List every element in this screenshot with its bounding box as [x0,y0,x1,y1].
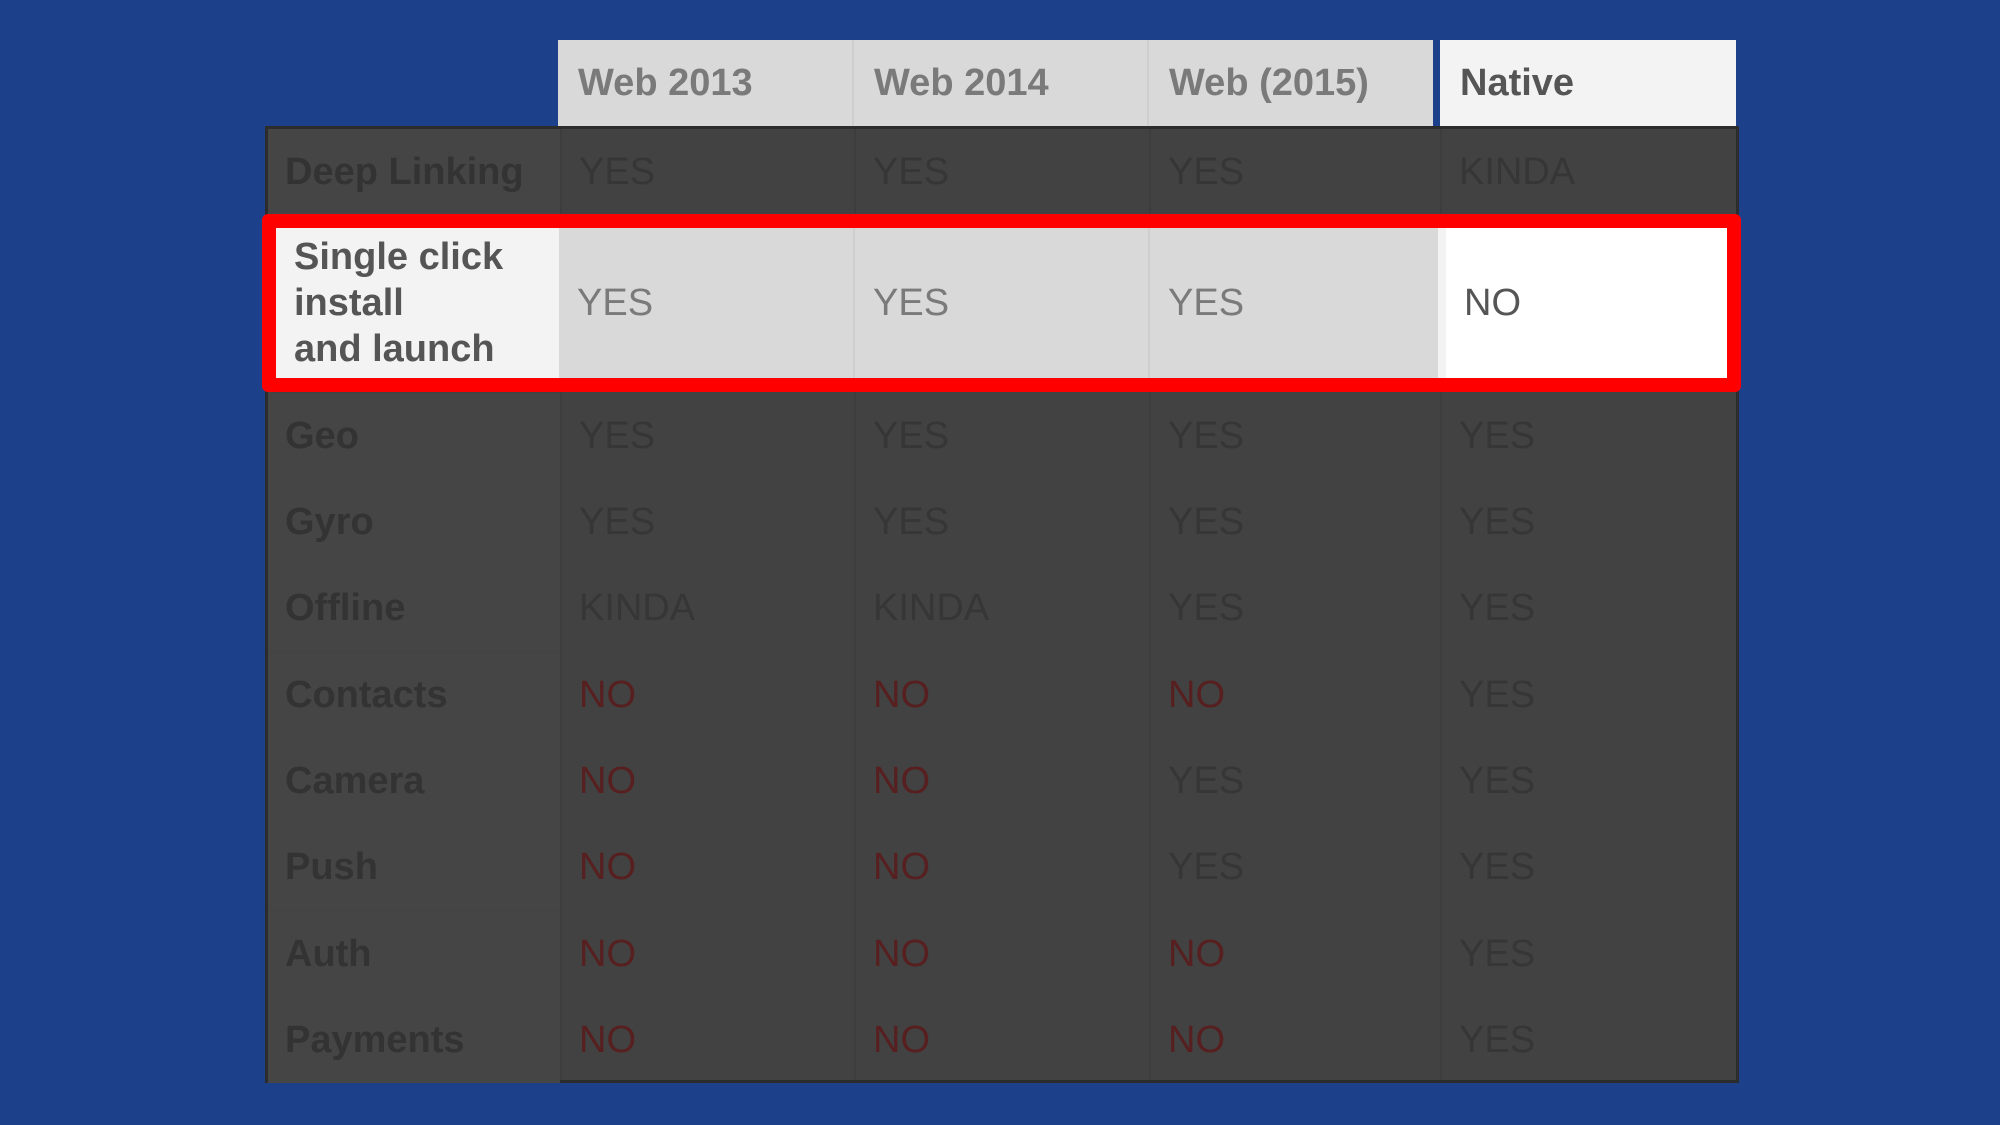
table-row: Gyro YES YES YES YES [268,479,1736,565]
value-cell: YES [1168,500,1245,543]
value-cell: NO [873,932,930,975]
value-cell: NO [579,845,636,888]
table-row: Payments NO NO NO YES [268,997,1736,1083]
value-cell: YES [873,500,950,543]
value-cell: NO [873,759,930,802]
table-row: Auth NO NO NO YES [268,911,1736,997]
slide: Web 2013 Web 2014 Web (2015) Native Deep… [0,0,2000,1125]
value-cell: NO [579,1018,636,1061]
value-cell: NO [579,759,636,802]
row-label: Contacts [268,652,560,738]
value-cell: NO [873,1018,930,1061]
highlighted-value-native: NO [1438,228,1727,378]
highlighted-value-web-2013: YES [559,228,853,378]
table-row: Geo YES YES YES YES [268,393,1736,479]
table-row: Offline KINDA KINDA YES YES [268,565,1736,651]
highlighted-value-web-2015: YES [1148,228,1438,378]
value-cell: YES [1168,586,1245,629]
value-cell: YES [873,414,950,457]
value-cell: YES [1459,673,1536,716]
highlighted-value-web-2014: YES [853,228,1148,378]
value-cell: YES [579,414,656,457]
row-label: Geo [268,393,560,479]
value-cell: NO [579,932,636,975]
value-cell: YES [1459,845,1536,888]
value-cell: YES [1459,932,1536,975]
value-cell: KINDA [1459,150,1576,193]
highlighted-row: Single click install and launch YES YES … [262,214,1741,392]
value-cell: YES [1459,1018,1536,1061]
value-cell: YES [1168,150,1245,193]
value-cell: YES [873,150,950,193]
table-row: Push NO NO YES YES [268,824,1736,910]
value-cell: YES [1459,414,1536,457]
header-web-2013: Web 2013 [558,40,852,126]
value-cell: KINDA [579,586,696,629]
table-row: Contacts NO NO NO YES [268,652,1736,738]
row-label: Offline [268,565,560,651]
row-label: Push [268,824,560,910]
value-cell: YES [1459,586,1536,629]
value-cell: YES [1459,759,1536,802]
value-cell: NO [873,673,930,716]
row-label: Gyro [268,479,560,565]
value-cell: NO [1168,1018,1225,1061]
header-native: Native [1440,40,1736,126]
value-cell: YES [1459,500,1536,543]
value-cell: YES [1168,845,1245,888]
row-label: Deep Linking [268,129,560,215]
value-cell: NO [1168,673,1225,716]
row-label: Camera [268,738,560,824]
row-label: Auth [268,911,560,997]
highlighted-row-label: Single click install and launch [276,228,559,378]
value-cell: NO [1168,932,1225,975]
header-web-2014: Web 2014 [852,40,1147,126]
value-cell: YES [1168,759,1245,802]
value-cell: YES [1168,414,1245,457]
table-row: Camera NO NO YES YES [268,738,1736,824]
value-cell: NO [873,845,930,888]
value-cell: NO [579,673,636,716]
row-label: Payments [268,997,560,1083]
value-cell: KINDA [873,586,990,629]
table-row: Deep Linking YES YES YES KINDA [268,129,1736,215]
value-cell: YES [579,150,656,193]
header-web-2015: Web (2015) [1147,40,1433,126]
value-cell: YES [579,500,656,543]
